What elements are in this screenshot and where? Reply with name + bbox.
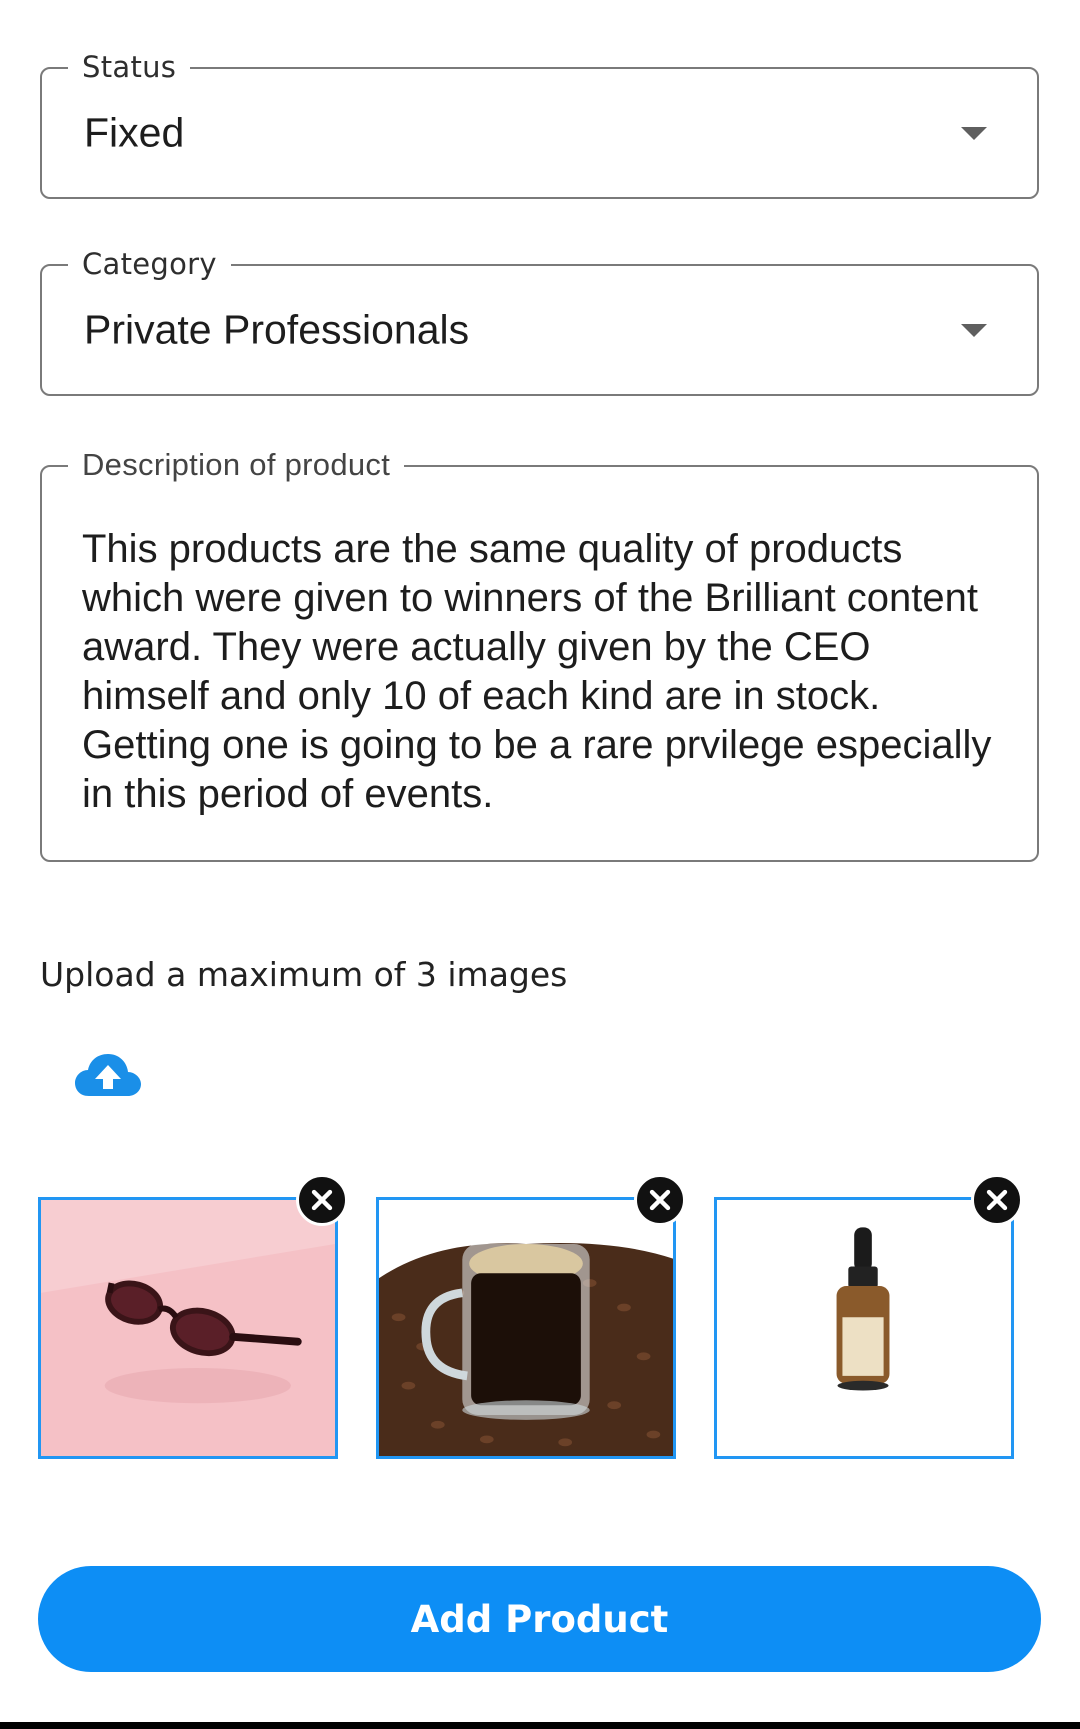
image-thumbnail-sunglasses[interactable]	[38, 1197, 338, 1459]
upload-instructions: Upload a maximum of 3 images	[40, 955, 568, 994]
description-label: Description of product	[68, 447, 405, 483]
chevron-down-icon[interactable]	[961, 127, 987, 140]
image-thumbnail-bottle[interactable]	[714, 1197, 1014, 1459]
remove-image-button[interactable]	[296, 1174, 348, 1226]
category-value: Private Professionals	[84, 306, 470, 353]
sunglasses-image	[41, 1200, 335, 1456]
cloud-upload-icon[interactable]	[75, 1052, 141, 1098]
remove-image-button[interactable]	[634, 1174, 686, 1226]
chevron-down-icon[interactable]	[961, 324, 987, 337]
status-label: Status	[68, 49, 191, 85]
close-icon	[649, 1189, 671, 1211]
description-text[interactable]: This products are the same quality of pr…	[82, 525, 1002, 815]
category-dropdown[interactable]: Category Private Professionals	[40, 246, 1039, 396]
image-thumbnail-coffee[interactable]	[376, 1197, 676, 1459]
close-icon	[311, 1189, 333, 1211]
dropper-bottle-image	[717, 1200, 1011, 1456]
remove-image-button[interactable]	[971, 1174, 1023, 1226]
close-icon	[986, 1189, 1008, 1211]
description-field[interactable]: Description of product This products are…	[40, 447, 1039, 862]
coffee-image	[379, 1200, 673, 1456]
status-dropdown[interactable]: Status Fixed	[40, 49, 1039, 199]
status-value: Fixed	[84, 109, 185, 156]
category-label: Category	[68, 246, 231, 282]
navigation-bar-edge	[0, 1722, 1080, 1729]
add-product-button[interactable]: Add Product	[38, 1566, 1041, 1672]
